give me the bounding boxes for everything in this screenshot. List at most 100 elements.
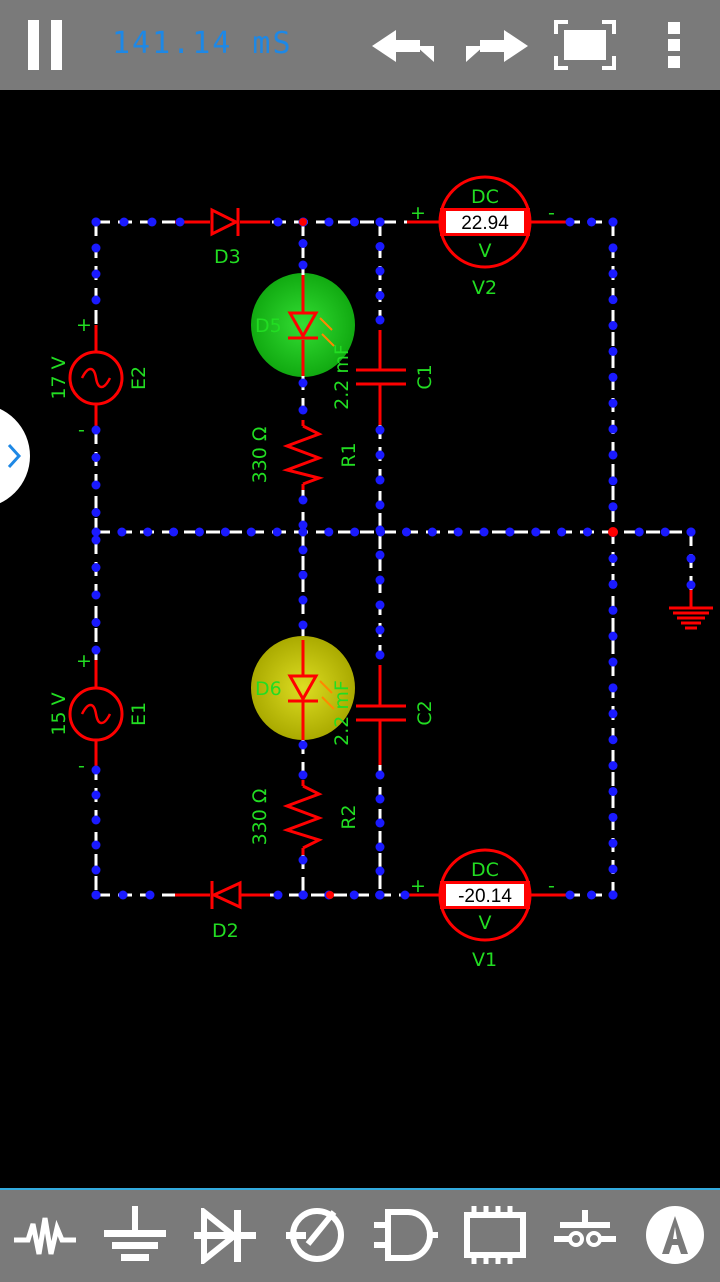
wire-node (375, 550, 385, 560)
wire-node (298, 770, 308, 780)
d2-label: D2 (212, 920, 239, 942)
v2-mode: DC (471, 186, 499, 208)
v2-label: V2 (472, 277, 497, 299)
transistor-category-icon[interactable] (286, 1204, 348, 1266)
wire-node (401, 527, 411, 537)
fit-screen-icon[interactable] (554, 20, 616, 70)
wire-node (608, 709, 618, 719)
e2-minus: - (78, 419, 85, 441)
wire-node (350, 527, 360, 537)
wire-node (91, 563, 101, 572)
ac-source-e2[interactable] (68, 350, 124, 406)
wire-node (375, 266, 385, 276)
undo-icon[interactable] (372, 28, 436, 64)
wire-nodes (91, 217, 696, 900)
c2-label: C2 (414, 700, 436, 725)
v1-mode: DC (471, 859, 499, 881)
capacitor-c1[interactable] (356, 368, 406, 386)
resistor-r1[interactable] (281, 424, 325, 486)
wire-node (298, 520, 308, 530)
wire-node (608, 631, 618, 641)
wire-node (608, 295, 618, 305)
wire-node (349, 890, 359, 900)
wire-node (375, 818, 385, 828)
ac-source-e1[interactable] (68, 686, 124, 742)
wire-node (298, 378, 308, 388)
wire-node (608, 605, 618, 615)
resistor-r2[interactable] (282, 784, 324, 850)
wire-node (686, 580, 696, 590)
diode-d3[interactable] (210, 207, 240, 237)
wire-node (608, 450, 618, 460)
wire-node (608, 554, 618, 563)
junction-node (326, 891, 334, 899)
wire-node (298, 239, 308, 248)
wire-node (298, 405, 308, 415)
redo-icon[interactable] (464, 28, 528, 64)
wire-node (91, 765, 101, 775)
wire-node (91, 840, 101, 850)
c1-label: C1 (414, 364, 436, 389)
wire-node (400, 890, 410, 900)
wire-node (91, 243, 101, 253)
pause-icon[interactable] (28, 20, 64, 70)
wire-node (91, 890, 101, 900)
wire-node (375, 842, 385, 852)
wire-node (608, 398, 618, 408)
v2-unit: V (479, 240, 492, 262)
e1-value: 15 V (48, 692, 70, 735)
v2-reading: 22.94 (461, 213, 509, 234)
wire-node (298, 570, 308, 580)
wire-node (375, 525, 385, 535)
ground-category-icon[interactable] (104, 1206, 166, 1264)
wire-node (608, 786, 618, 796)
wire-node (608, 683, 618, 693)
wire-node (272, 527, 282, 537)
ground-symbol[interactable] (669, 606, 713, 630)
wire-node (608, 243, 618, 253)
wire-node (375, 600, 385, 610)
wires (94, 220, 693, 897)
wire-node (119, 217, 129, 227)
wire-node (608, 579, 618, 589)
wire-node (273, 217, 283, 227)
r1-value: 330 Ω (249, 427, 271, 484)
wire-node (298, 260, 308, 270)
wire-node (608, 864, 618, 874)
d6-label: D6 (255, 678, 282, 700)
v1-label: V1 (472, 949, 497, 971)
ic-chip-category-icon[interactable] (464, 1206, 526, 1264)
v1-unit: V (479, 912, 492, 934)
logic-gate-category-icon[interactable] (374, 1206, 438, 1264)
switch-category-icon[interactable] (554, 1208, 616, 1262)
wire-node (91, 453, 101, 462)
wire-node (91, 618, 101, 627)
wire-node (91, 295, 101, 305)
meter-category-icon[interactable] (644, 1204, 706, 1266)
wire-node (608, 812, 618, 822)
junction-node (299, 218, 307, 226)
diode-category-icon[interactable] (194, 1208, 256, 1264)
d3-label: D3 (214, 246, 241, 268)
capacitor-c2[interactable] (356, 704, 406, 722)
wire-node (298, 855, 308, 865)
circuit-canvas[interactable]: D3 D2 D5 D6 V2 V1 DC 22.94 V DC -20.14 V… (0, 90, 720, 1188)
diode-d2[interactable] (210, 880, 242, 910)
wire-node (91, 590, 101, 600)
wire-node (298, 890, 308, 900)
wire-node (298, 740, 308, 750)
overflow-menu-icon[interactable] (668, 22, 682, 68)
wire-node (375, 770, 385, 780)
r2-value: 330 Ω (249, 789, 271, 846)
wire-node (194, 527, 204, 537)
wire-node (169, 527, 179, 537)
wire-node (147, 217, 157, 227)
wire-node (531, 527, 541, 537)
v2-plus: + (410, 202, 426, 224)
e2-label: E2 (128, 366, 150, 390)
wire-node (375, 315, 385, 325)
wire-node (91, 645, 101, 655)
resistor-category-icon[interactable] (14, 1212, 76, 1262)
junction-node (608, 527, 618, 537)
wire-node (686, 554, 696, 563)
